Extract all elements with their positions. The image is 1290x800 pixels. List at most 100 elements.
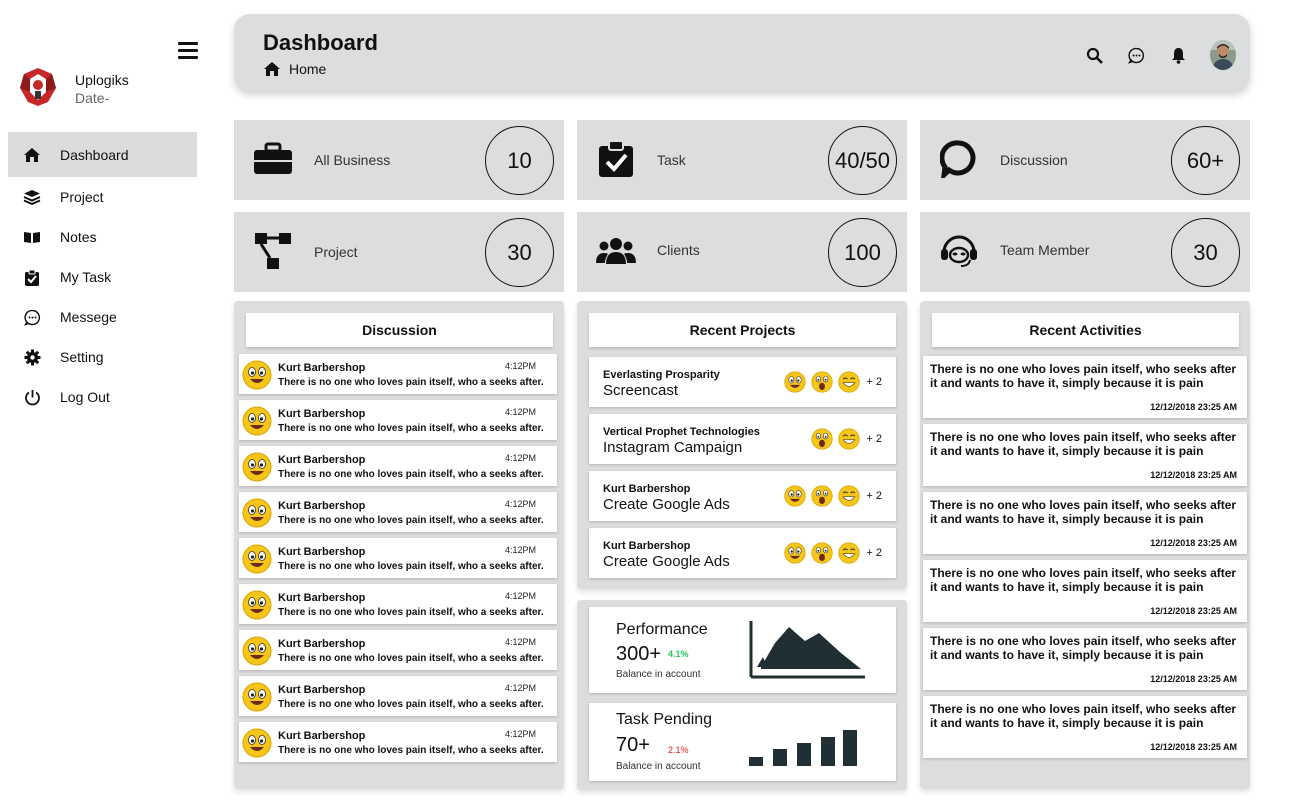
avatar-emoji — [242, 406, 272, 436]
bell-icon[interactable] — [1168, 45, 1188, 65]
task-pending-subtitle: Balance in account — [616, 761, 701, 772]
sidebar-item-setting[interactable]: Setting — [8, 337, 197, 377]
performance-card[interactable]: Performance 300+ 4.1% Balance in account — [589, 607, 896, 693]
briefcase-icon — [252, 138, 294, 180]
project-members[interactable]: + 2 — [779, 542, 882, 564]
sidebar-item-log-out[interactable]: Log Out — [8, 377, 197, 417]
discussion-message: There is no one who loves pain itself, w… — [278, 561, 544, 572]
discussion-item[interactable]: Kurt Barbershop 4:12PM There is no one who… — [239, 584, 557, 624]
sitemap-icon — [252, 230, 294, 272]
project-title: Instagram Campaign — [603, 439, 743, 456]
discussion-title: Discussion — [246, 313, 553, 347]
activity-item[interactable]: There is no one who loves pain itself, w… — [923, 696, 1247, 758]
discussion-item[interactable]: Kurt Barbershop 4:12PM There is no one who… — [239, 492, 557, 532]
users-icon — [595, 230, 637, 272]
smile-emoji-icon — [838, 542, 861, 564]
discussion-item[interactable]: Kurt Barbershop 4:12PM There is no one who… — [239, 676, 557, 716]
discussion-message: There is no one who loves pain itself, w… — [278, 423, 544, 434]
activity-date: 12/12/2018 23:25 AM — [1150, 470, 1237, 480]
activity-date: 12/12/2018 23:25 AM — [1150, 538, 1237, 548]
project-item[interactable]: Everlasting Prosparity Screencast + 2 — [589, 357, 896, 407]
avatar-emoji — [242, 452, 272, 482]
discussion-time: 4:12PM — [505, 545, 537, 555]
recent-activities-panel: Recent Activities There is no one who lo… — [920, 301, 1250, 789]
sidebar-item-my-task[interactable]: My Task — [8, 257, 197, 297]
header-actions — [1062, 40, 1236, 70]
sidebar-item-notes[interactable]: Notes — [8, 217, 197, 257]
discussion-name: Kurt Barbershop — [278, 500, 366, 512]
breadcrumb-home[interactable]: Home — [289, 61, 326, 77]
recent-projects-panel: Recent Projects Everlasting Prosparity Sc… — [577, 301, 907, 589]
sidebar-item-dashboard[interactable]: Dashboard — [8, 132, 197, 177]
discussion-item[interactable]: Kurt Barbershop 4:12PM There is no one who… — [239, 538, 557, 578]
chat-icon — [22, 307, 42, 327]
activity-text: There is no one who loves pain itself, w… — [930, 362, 1237, 390]
page-title: Dashboard — [263, 30, 378, 55]
project-item[interactable]: Kurt Barbershop Create Google Ads + 2 — [589, 528, 896, 578]
home-icon — [22, 145, 42, 165]
activity-date: 12/12/2018 23:25 AM — [1150, 674, 1237, 684]
project-title: Create Google Ads — [603, 496, 730, 513]
stat-label: Discussion — [1000, 152, 1068, 168]
smile-emoji-icon — [838, 428, 861, 450]
activity-item[interactable]: There is no one who loves pain itself, w… — [923, 560, 1247, 622]
sidebar: Uplogiks Date- Dashboard Project Notes M… — [0, 0, 205, 800]
discussion-message: There is no one who loves pain itself, w… — [278, 515, 544, 526]
stat-value: 100 — [828, 218, 897, 287]
stat-card-all-business[interactable]: All Business 10 — [234, 120, 564, 200]
sidebar-item-project[interactable]: Project — [8, 177, 197, 217]
stat-card-task[interactable]: Task 40/50 — [577, 120, 907, 200]
grin-emoji-icon — [242, 728, 272, 758]
activity-item[interactable]: There is no one who loves pain itself, w… — [923, 492, 1247, 554]
recent-activities-title: Recent Activities — [932, 313, 1239, 347]
stat-value: 30 — [1171, 218, 1240, 287]
discussion-item[interactable]: Kurt Barbershop 4:12PM There is no one who… — [239, 354, 557, 394]
stat-card-clients[interactable]: Clients 100 — [577, 212, 907, 292]
recent-projects-title: Recent Projects — [589, 313, 896, 347]
stat-card-team-member[interactable]: Team Member 30 — [920, 212, 1250, 292]
project-item[interactable]: Kurt Barbershop Create Google Ads + 2 — [589, 471, 896, 521]
discussion-item[interactable]: Kurt Barbershop 4:12PM There is no one who… — [239, 446, 557, 486]
grin-emoji-icon — [784, 485, 807, 507]
avatar[interactable] — [1210, 40, 1236, 70]
chat-icon[interactable] — [1126, 45, 1146, 65]
stat-value: 60+ — [1171, 126, 1240, 195]
discussion-item[interactable]: Kurt Barbershop 4:12PM There is no one who… — [239, 630, 557, 670]
task-pending-card[interactable]: Task Pending 70+ 2.1% Balance in account — [589, 703, 896, 781]
search-icon[interactable] — [1084, 45, 1104, 65]
project-members[interactable]: + 2 — [806, 428, 882, 450]
sidebar-item-label: Notes — [60, 229, 97, 245]
performance-value: 300+ — [616, 643, 662, 665]
breadcrumb[interactable]: Home — [263, 61, 326, 77]
discussion-item[interactable]: Kurt Barbershop 4:12PM There is no one who… — [239, 722, 557, 762]
avatar-emoji — [242, 636, 272, 666]
activity-text: There is no one who loves pain itself, w… — [930, 566, 1237, 594]
shocked-emoji-icon — [811, 542, 834, 564]
project-member-extra: + 2 — [866, 547, 882, 559]
activity-item[interactable]: There is no one who loves pain itself, w… — [923, 628, 1247, 690]
sidebar-item-label: Log Out — [60, 389, 110, 405]
stat-card-discussion[interactable]: Discussion 60+ — [920, 120, 1250, 200]
activity-text: There is no one who loves pain itself, w… — [930, 498, 1237, 526]
activity-item[interactable]: There is no one who loves pain itself, w… — [923, 424, 1247, 486]
sidebar-item-messege[interactable]: Messege — [8, 297, 197, 337]
performance-subtitle: Balance in account — [616, 669, 701, 680]
smile-emoji-icon — [838, 485, 861, 507]
activity-text: There is no one who loves pain itself, w… — [930, 430, 1237, 458]
discussion-panel: Discussion Kurt Barbershop 4:12PM There is… — [234, 301, 564, 789]
brand-logo — [18, 66, 58, 108]
project-members[interactable]: + 2 — [779, 371, 882, 393]
stat-card-project[interactable]: Project 30 — [234, 212, 564, 292]
project-item[interactable]: Vertical Prophet Technologies Instagram C… — [589, 414, 896, 464]
discussion-name: Kurt Barbershop — [278, 638, 366, 650]
discussion-item[interactable]: Kurt Barbershop 4:12PM There is no one who… — [239, 400, 557, 440]
stat-label: Task — [657, 152, 686, 168]
discussion-time: 4:12PM — [505, 407, 537, 417]
activity-item[interactable]: There is no one who loves pain itself, w… — [923, 356, 1247, 418]
task-pending-bar-chart — [749, 730, 857, 766]
discussion-time: 4:12PM — [505, 729, 537, 739]
project-members[interactable]: + 2 — [779, 485, 882, 507]
menu-toggle-icon[interactable] — [178, 42, 198, 60]
grin-emoji-icon — [242, 544, 272, 574]
discussion-message: There is no one who loves pain itself, w… — [278, 377, 544, 388]
